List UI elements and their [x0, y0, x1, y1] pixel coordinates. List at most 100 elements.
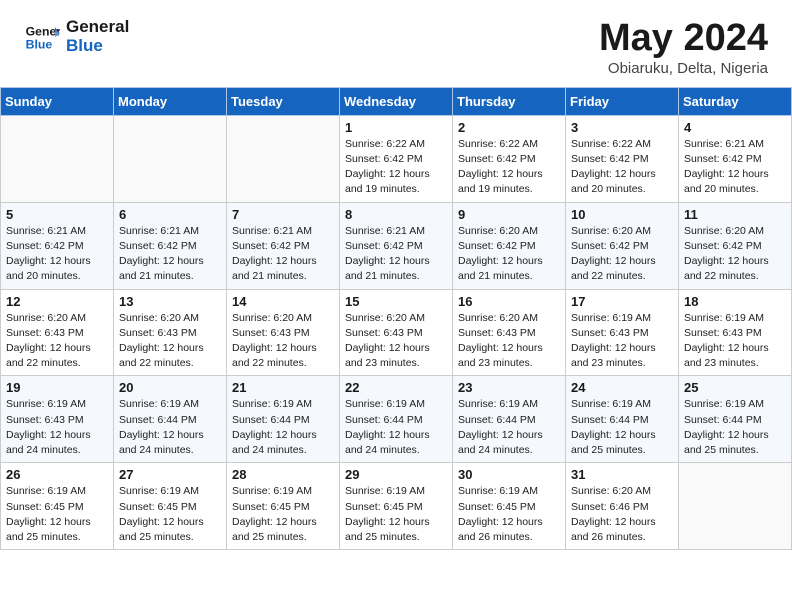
logo-general: General	[66, 18, 129, 37]
day-number: 5	[6, 207, 108, 222]
day-info: Sunrise: 6:20 AMSunset: 6:43 PMDaylight:…	[6, 311, 108, 372]
calendar-cell: 3Sunrise: 6:22 AMSunset: 6:42 PMDaylight…	[566, 115, 679, 202]
day-number: 25	[684, 380, 786, 395]
weekday-header-thursday: Thursday	[453, 87, 566, 115]
svg-text:General: General	[26, 24, 60, 38]
day-info: Sunrise: 6:19 AMSunset: 6:44 PMDaylight:…	[345, 397, 447, 458]
day-info: Sunrise: 6:20 AMSunset: 6:43 PMDaylight:…	[119, 311, 221, 372]
calendar-cell: 29Sunrise: 6:19 AMSunset: 6:45 PMDayligh…	[340, 463, 453, 550]
calendar-cell: 10Sunrise: 6:20 AMSunset: 6:42 PMDayligh…	[566, 202, 679, 289]
day-info: Sunrise: 6:19 AMSunset: 6:44 PMDaylight:…	[232, 397, 334, 458]
header: General Blue General Blue May 2024 Obiar…	[0, 0, 792, 87]
day-number: 17	[571, 294, 673, 309]
day-number: 23	[458, 380, 560, 395]
day-info: Sunrise: 6:19 AMSunset: 6:44 PMDaylight:…	[684, 397, 786, 458]
day-number: 29	[345, 467, 447, 482]
weekday-header-wednesday: Wednesday	[340, 87, 453, 115]
calendar-cell: 24 Sunrise: 6:19 AMSunset: 6:44 PMDayligh…	[566, 376, 679, 463]
weekday-header-friday: Friday	[566, 87, 679, 115]
calendar-cell: 20 Sunrise: 6:19 AMSunset: 6:44 PMDayligh…	[114, 376, 227, 463]
calendar-cell: 16 Sunrise: 6:20 AMSunset: 6:43 PMDayligh…	[453, 289, 566, 376]
calendar-cell: 22 Sunrise: 6:19 AMSunset: 6:44 PMDayligh…	[340, 376, 453, 463]
day-info: Sunrise: 6:22 AMSunset: 6:42 PMDaylight:…	[345, 137, 447, 198]
calendar-cell: 14 Sunrise: 6:20 AMSunset: 6:43 PMDayligh…	[227, 289, 340, 376]
title-block: May 2024 Obiaruku, Delta, Nigeria	[599, 18, 768, 77]
calendar-cell	[1, 115, 114, 202]
day-info: Sunrise: 6:20 AMSunset: 6:46 PMDaylight:…	[571, 484, 673, 545]
month-title: May 2024	[599, 18, 768, 60]
day-info: Sunrise: 6:21 AMSunset: 6:42 PMDaylight:…	[684, 137, 786, 198]
day-number: 14	[232, 294, 334, 309]
day-info: Sunrise: 6:21 AMSunset: 6:42 PMDaylight:…	[6, 224, 108, 285]
day-number: 7	[232, 207, 334, 222]
calendar-table: SundayMondayTuesdayWednesdayThursdayFrid…	[0, 87, 792, 550]
calendar-cell: 2 Sunrise: 6:22 AMSunset: 6:42 PMDaylight…	[453, 115, 566, 202]
day-info: Sunrise: 6:19 AMSunset: 6:44 PMDaylight:…	[119, 397, 221, 458]
calendar-cell: 31 Sunrise: 6:20 AMSunset: 6:46 PMDayligh…	[566, 463, 679, 550]
calendar-cell: 23 Sunrise: 6:19 AMSunset: 6:44 PMDayligh…	[453, 376, 566, 463]
day-number: 15	[345, 294, 447, 309]
day-info: Sunrise: 6:19 AMSunset: 6:45 PMDaylight:…	[232, 484, 334, 545]
day-number: 6	[119, 207, 221, 222]
calendar-cell: 11 Sunrise: 6:20 AMSunset: 6:42 PMDayligh…	[679, 202, 792, 289]
logo-icon: General Blue	[24, 19, 60, 55]
calendar-cell: 19Sunrise: 6:19 AMSunset: 6:43 PMDayligh…	[1, 376, 114, 463]
day-number: 11	[684, 207, 786, 222]
calendar-cell: 27 Sunrise: 6:19 AMSunset: 6:45 PMDayligh…	[114, 463, 227, 550]
day-info: Sunrise: 6:20 AMSunset: 6:42 PMDaylight:…	[684, 224, 786, 285]
day-info: Sunrise: 6:21 AMSunset: 6:42 PMDaylight:…	[119, 224, 221, 285]
day-number: 22	[345, 380, 447, 395]
calendar-cell: 18 Sunrise: 6:19 AMSunset: 6:43 PMDayligh…	[679, 289, 792, 376]
calendar-cell: 30 Sunrise: 6:19 AMSunset: 6:45 PMDayligh…	[453, 463, 566, 550]
calendar-cell: 5 Sunrise: 6:21 AMSunset: 6:42 PMDaylight…	[1, 202, 114, 289]
day-number: 1	[345, 120, 447, 135]
day-info: Sunrise: 6:19 AMSunset: 6:43 PMDaylight:…	[6, 397, 108, 458]
day-number: 21	[232, 380, 334, 395]
day-info: Sunrise: 6:19 AMSunset: 6:43 PMDaylight:…	[571, 311, 673, 372]
day-number: 31	[571, 467, 673, 482]
day-number: 28	[232, 467, 334, 482]
logo-blue: Blue	[66, 37, 129, 56]
day-number: 10	[571, 207, 673, 222]
day-number: 8	[345, 207, 447, 222]
day-info: Sunrise: 6:19 AMSunset: 6:44 PMDaylight:…	[571, 397, 673, 458]
day-number: 30	[458, 467, 560, 482]
location-subtitle: Obiaruku, Delta, Nigeria	[599, 60, 768, 77]
calendar-cell: 21 Sunrise: 6:19 AMSunset: 6:44 PMDayligh…	[227, 376, 340, 463]
day-info: Sunrise: 6:20 AMSunset: 6:43 PMDaylight:…	[232, 311, 334, 372]
svg-text:Blue: Blue	[26, 37, 53, 51]
page: General Blue General Blue May 2024 Obiar…	[0, 0, 792, 612]
calendar-cell: 25 Sunrise: 6:19 AMSunset: 6:44 PMDayligh…	[679, 376, 792, 463]
weekday-header-saturday: Saturday	[679, 87, 792, 115]
day-info: Sunrise: 6:20 AMSunset: 6:43 PMDaylight:…	[458, 311, 560, 372]
day-number: 26	[6, 467, 108, 482]
calendar-cell: 8 Sunrise: 6:21 AMSunset: 6:42 PMDaylight…	[340, 202, 453, 289]
day-info: Sunrise: 6:21 AMSunset: 6:42 PMDaylight:…	[345, 224, 447, 285]
day-number: 27	[119, 467, 221, 482]
day-info: Sunrise: 6:19 AMSunset: 6:44 PMDaylight:…	[458, 397, 560, 458]
weekday-header-tuesday: Tuesday	[227, 87, 340, 115]
weekday-header-sunday: Sunday	[1, 87, 114, 115]
calendar-cell: 9 Sunrise: 6:20 AMSunset: 6:42 PMDaylight…	[453, 202, 566, 289]
day-number: 18	[684, 294, 786, 309]
day-number: 20	[119, 380, 221, 395]
day-number: 2	[458, 120, 560, 135]
day-number: 4	[684, 120, 786, 135]
day-number: 24	[571, 380, 673, 395]
logo: General Blue General Blue	[24, 18, 129, 55]
day-number: 9	[458, 207, 560, 222]
calendar-cell	[227, 115, 340, 202]
day-number: 16	[458, 294, 560, 309]
calendar-cell: 7 Sunrise: 6:21 AMSunset: 6:42 PMDaylight…	[227, 202, 340, 289]
calendar-cell: 15Sunrise: 6:20 AMSunset: 6:43 PMDayligh…	[340, 289, 453, 376]
day-info: Sunrise: 6:19 AMSunset: 6:45 PMDaylight:…	[458, 484, 560, 545]
calendar-cell: 4 Sunrise: 6:21 AMSunset: 6:42 PMDaylight…	[679, 115, 792, 202]
day-info: Sunrise: 6:22 AMSunset: 6:42 PMDaylight:…	[458, 137, 560, 198]
calendar-cell: 1 Sunrise: 6:22 AMSunset: 6:42 PMDaylight…	[340, 115, 453, 202]
day-info: Sunrise: 6:19 AMSunset: 6:43 PMDaylight:…	[684, 311, 786, 372]
day-info: Sunrise: 6:21 AMSunset: 6:42 PMDaylight:…	[232, 224, 334, 285]
calendar-cell: 28 Sunrise: 6:19 AMSunset: 6:45 PMDayligh…	[227, 463, 340, 550]
weekday-header-monday: Monday	[114, 87, 227, 115]
day-info: Sunrise: 6:20 AMSunset: 6:42 PMDaylight:…	[458, 224, 560, 285]
day-info: Sunrise: 6:19 AMSunset: 6:45 PMDaylight:…	[119, 484, 221, 545]
